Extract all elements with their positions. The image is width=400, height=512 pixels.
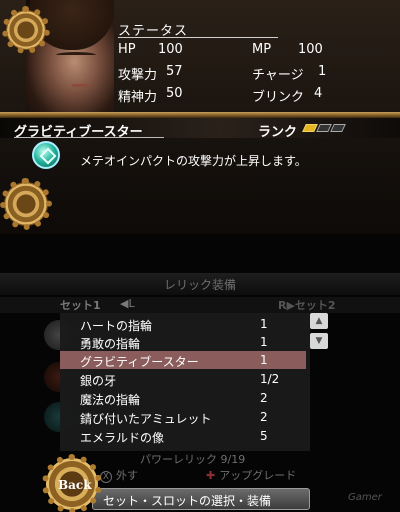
gear-icon (2, 6, 50, 54)
scroll-up-button[interactable]: ▲ (310, 313, 328, 329)
l-button-hint: ◀L (120, 297, 135, 310)
gem-icon (32, 141, 60, 169)
relic-count: 1 (260, 353, 268, 367)
relic-name: 魔法の指輪 (80, 393, 141, 407)
stat-label: 精神力 (118, 90, 158, 105)
upgrade-hint-label: アップグレード (219, 469, 297, 482)
stat-label: HP (118, 42, 136, 57)
tab-set-2[interactable]: R▶セット2 (278, 297, 336, 313)
upgrade-hint: ✚ アップグレード (206, 467, 296, 483)
portrait-mouth (72, 84, 88, 87)
bottom-screen: レリック装備 セット1 ◀L R▶セット2 ハートの指輪 1 勇敢の指輪 1 グ… (0, 240, 400, 512)
unequip-hint-label: 外す (116, 469, 138, 482)
relic-count: 2 (260, 410, 268, 424)
stat-value: 100 (158, 42, 183, 57)
relic-item[interactable]: エメラルドの像 5 (60, 427, 306, 445)
tab-set-1[interactable]: セット1 (60, 297, 101, 313)
relic-name: 銀の牙 (80, 374, 117, 388)
rank-bar (330, 124, 346, 132)
relic-item[interactable]: ハートの指輪 1 (60, 315, 306, 333)
relic-count: 5 (260, 429, 268, 443)
scroll-down-button[interactable]: ▼ (310, 333, 328, 349)
skill-description: メテオインパクトの攻撃力が上昇します。 (80, 154, 307, 168)
dpad-icon: ✚ (206, 469, 216, 482)
stat-label: チャージ (252, 68, 304, 83)
relic-count: 1 (260, 335, 268, 349)
unequip-hint: X 外す (100, 467, 138, 483)
relic-count: 2 (260, 391, 268, 405)
relic-item[interactable]: 銀の牙 1/2 (60, 370, 306, 388)
relic-name: 錆び付いたアミュレット (80, 412, 212, 426)
relic-name: グラビティブースター (80, 355, 199, 369)
top-screen: ステータス HP 100 攻撃力 57 精神力 50 MP 100 チャージ 1… (0, 0, 400, 240)
relic-count: 1/2 (260, 372, 280, 386)
power-relic-counter: パワーレリック 9/19 (140, 453, 246, 466)
stat-label: MP (252, 42, 272, 57)
relic-name: 勇敢の指輪 (80, 337, 141, 351)
back-button-label[interactable]: Back (58, 478, 92, 492)
relic-count: 1 (260, 317, 268, 331)
stat-value: 100 (298, 42, 323, 57)
rank-indicator (302, 124, 346, 132)
stat-label: ブリンク (252, 90, 305, 105)
relic-item-selected[interactable]: グラビティブースター 1 (60, 351, 306, 369)
relic-item[interactable]: 錆び付いたアミュレット 2 (60, 408, 306, 426)
stat-value: 50 (166, 86, 183, 101)
stat-value: 57 (166, 64, 183, 79)
stat-value: 4 (314, 86, 323, 101)
status-title-underline (118, 37, 278, 38)
portrait-eyes (56, 52, 96, 58)
relic-name: ハートの指輪 (80, 319, 153, 333)
relic-item[interactable]: 勇敢の指輪 1 (60, 333, 306, 351)
relic-item[interactable]: 魔法の指輪 2 (60, 389, 306, 407)
gear-icon (0, 178, 52, 230)
stat-value: 1 (318, 64, 327, 79)
relic-name: エメラルドの像 (80, 431, 165, 445)
action-hint-bar: セット・スロットの選択・装備 (92, 488, 310, 510)
action-hint-label: セット・スロットの選択・装備 (103, 494, 272, 508)
stat-label: 攻撃力 (118, 68, 158, 83)
watermark: Gamer (348, 492, 382, 503)
relic-menu-title: レリック装備 (163, 278, 236, 292)
